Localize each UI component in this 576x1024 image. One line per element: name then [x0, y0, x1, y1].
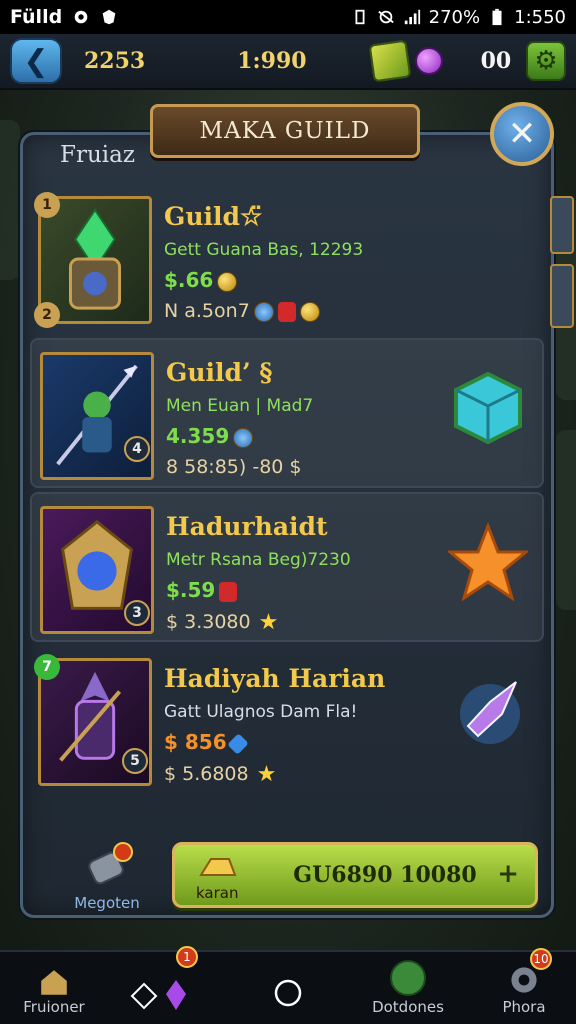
side-tab-hearts[interactable]: [550, 264, 574, 328]
item-stats: $ 3.3080 ★: [166, 610, 278, 635]
rank-badge: 1: [34, 192, 60, 218]
globe-icon: [390, 960, 426, 996]
background-tile: [0, 120, 20, 280]
item-price: $.59: [166, 578, 238, 602]
gold-ingot-icon: [199, 858, 237, 876]
item-stats-value: N a.5on7: [164, 300, 250, 322]
nav-center[interactable]: [238, 952, 338, 1024]
level-badge: 5: [122, 748, 148, 774]
currency-b-value: 1:990: [237, 48, 307, 74]
blue-cube-icon: [454, 371, 522, 445]
panel-label: Fruiaz: [60, 142, 135, 168]
panel-title: MAKA GUILD: [150, 104, 420, 158]
magnet-icon: [88, 842, 133, 885]
item-stats-value: $ 5.6808: [164, 763, 249, 785]
item-name: Hadurhaidt: [166, 512, 328, 541]
item-name: Hadiyah Harian: [164, 664, 386, 693]
red-gem-icon: [219, 581, 238, 602]
buy-button-label: GU6890 10080: [293, 862, 477, 888]
level-badge: 3: [124, 600, 150, 626]
nav-home[interactable]: Fruioner: [4, 952, 104, 1024]
close-icon: ✕: [507, 114, 537, 154]
purple-crystal-icon: [460, 681, 520, 744]
coin-icon: [299, 301, 320, 322]
item-stats: 8 58:85) -80 $: [166, 456, 302, 478]
nav-world-label: Dotdones: [372, 998, 444, 1016]
nav-settings-label: Phora: [502, 998, 546, 1016]
nav-settings[interactable]: 10 Phora: [474, 948, 574, 1024]
list-item[interactable]: 4 Guild’ § Men Euan | Mad7 4.359 8 58:85…: [30, 338, 544, 488]
nav-world[interactable]: Dotdones: [358, 952, 458, 1024]
item-price-value: 4.359: [166, 424, 230, 448]
gear-icon: ⚙: [534, 46, 558, 76]
item-stats: N a.5on7: [164, 300, 320, 322]
item-price: 4.359: [166, 424, 254, 448]
status-bar: Fülld 270% 1:550: [0, 0, 576, 34]
nav-gems[interactable]: 1: [110, 946, 210, 1024]
list-item[interactable]: 1 2 Guild☆̈ Gett Guana Bas, 12293 $.66 N…: [30, 184, 544, 334]
no-signal-icon: [377, 10, 394, 24]
battery-icon: [492, 8, 502, 26]
battery-percent: 270%: [428, 6, 481, 28]
blue-orb-icon: [253, 301, 274, 322]
item-subtitle: Gett Guana Bas, 12293: [164, 240, 364, 260]
star-icon: ★: [256, 762, 277, 787]
orange-star-icon: [448, 522, 528, 602]
house-icon: [41, 970, 67, 995]
item-subtitle: Metr Rsana Beg)7230: [166, 550, 351, 570]
side-tab-scroll[interactable]: [550, 196, 574, 254]
item-subtitle: Men Euan | Mad7: [166, 396, 314, 416]
currency-a-value: 2253: [84, 48, 146, 74]
shield-notify-icon: [102, 9, 116, 25]
blue-gem-icon: [226, 732, 249, 755]
rank-badge: 7: [34, 654, 60, 680]
gear-notify-icon: [74, 10, 88, 24]
red-gem-icon: [277, 301, 296, 322]
nav-home-label: Fruioner: [23, 998, 85, 1016]
item-stats: $ 5.6808 ★: [164, 762, 276, 787]
list-item[interactable]: 3 Hadurhaidt Metr Rsana Beg)7230 $.59 $ …: [30, 492, 544, 642]
star-icon: ★: [258, 610, 279, 635]
item-price-value: $ 856: [164, 730, 227, 754]
green-crystal-knight-icon: [68, 208, 122, 310]
close-button[interactable]: ✕: [490, 102, 554, 166]
currency-c-value: 00: [480, 48, 512, 74]
guild-list: 1 2 Guild☆̈ Gett Guana Bas, 12293 $.66 N…: [30, 184, 544, 800]
item-stats-value: $ 3.3080: [166, 611, 251, 633]
purple-orb-icon[interactable]: [414, 47, 443, 75]
nav-badge: 1: [176, 946, 198, 968]
gem-crate-icon[interactable]: [368, 39, 412, 83]
nav-badge: 10: [530, 948, 552, 970]
vibrate-icon: [355, 9, 365, 25]
background-tile: [556, 430, 576, 610]
item-name: Guild’ §: [166, 358, 273, 387]
blue-orb-icon: [233, 427, 254, 448]
diamond-icon: [130, 980, 186, 1010]
buy-button-sublabel: karan: [196, 884, 239, 902]
arrow-left-icon: ❮: [23, 43, 49, 79]
settings-button[interactable]: ⚙: [526, 41, 566, 81]
magnet-slot[interactable]: Megoten: [62, 842, 152, 912]
resource-bar: ❮ 2253 1:990 00 ⚙: [0, 34, 576, 90]
item-price: $.66: [164, 268, 238, 292]
item-name: Guild☆̈: [164, 202, 263, 231]
item-subtitle: Gatt Ulagnos Dam Fla!: [164, 702, 358, 722]
clock: 1:550: [514, 6, 566, 28]
magnet-label: Megoten: [74, 894, 140, 912]
signal-bars-icon: [404, 9, 420, 25]
level-badge: 2: [34, 302, 60, 328]
status-app-name: Fülld: [10, 6, 63, 28]
plus-icon: +: [497, 859, 519, 889]
list-item[interactable]: 7 5 Hadiyah Harian Gatt Ulagnos Dam Fla!…: [30, 646, 544, 796]
level-badge: 4: [124, 436, 150, 462]
item-price: $ 856: [164, 730, 249, 755]
coin-icon: [217, 271, 238, 292]
item-price-value: $.59: [166, 578, 216, 602]
back-button[interactable]: ❮: [10, 38, 62, 84]
bottom-nav: Fruioner 1 Dotdones 10 Phora: [0, 946, 576, 1024]
circle-home-icon: [274, 979, 302, 1007]
item-price-value: $.66: [164, 268, 214, 292]
